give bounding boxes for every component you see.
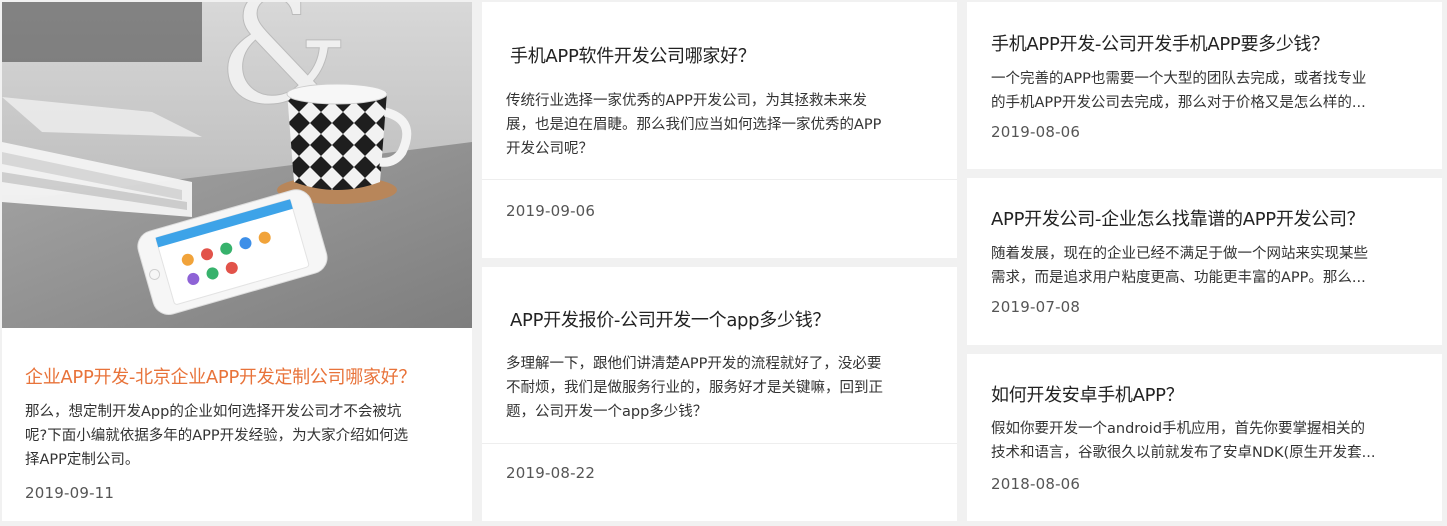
article-date: 2019-09-06 <box>506 202 596 220</box>
summary-line: 技术和语言，谷歌很久以前就发布了安卓NDK(原生开发套... <box>991 445 1376 461</box>
summary-line: 呢?下面小编就依据多年的APP开发经验，为大家介绍如何选 <box>25 428 409 444</box>
card-divider <box>482 179 957 180</box>
article-summary: 随着发展，现在的企业已经不满足于做一个网站来实现某些 需求，而是追求用户粘度更高… <box>991 242 1421 290</box>
article-card[interactable]: 手机APP软件开发公司哪家好？ 传统行业选择一家优秀的APP开发公司，为其拯救未… <box>482 2 957 258</box>
featured-article-date: 2019-09-11 <box>25 484 115 502</box>
article-card[interactable]: 手机APP开发-公司开发手机APP要多少钱？ 一个完善的APP也需要一个大型的团… <box>967 2 1442 169</box>
card-divider <box>482 443 957 444</box>
featured-article-title[interactable]: 企业APP开发-北京企业APP开发定制公司哪家好？ <box>25 363 416 389</box>
article-title[interactable]: APP开发公司-企业怎么找靠谱的APP开发公司？ <box>991 205 1365 231</box>
summary-line: 假如你要开发一个android手机应用，首先你要掌握相关的 <box>991 421 1366 437</box>
article-date: 2019-08-22 <box>506 464 596 482</box>
article-date: 2019-08-06 <box>991 123 1081 141</box>
summary-line: 不耐烦，我们是做服务行业的，服务好才是关键嘛，回到正 <box>506 380 883 396</box>
summary-line: 开发公司呢？ <box>506 141 593 157</box>
article-summary: 传统行业选择一家优秀的APP开发公司，为其拯救未来发 展，也是迫在眉睫。那么我们… <box>506 89 936 161</box>
summary-line: 展，也是迫在眉睫。那么我们应当如何选择一家优秀的APP <box>506 117 882 133</box>
article-card[interactable]: APP开发报价-公司开发一个app多少钱？ 多理解一下，跟他们讲清楚APP开发的… <box>482 267 957 521</box>
article-date: 2019-07-08 <box>991 298 1081 316</box>
summary-line: 题，公司开发一个app多少钱？ <box>506 404 708 420</box>
phone-coffee-photo-icon: & <box>2 2 472 328</box>
article-card[interactable]: 如何开发安卓手机APP？ 假如你要开发一个android手机应用，首先你要掌握相… <box>967 354 1442 521</box>
article-summary: 假如你要开发一个android手机应用，首先你要掌握相关的 技术和语言，谷歌很久… <box>991 417 1421 465</box>
article-date: 2018-08-06 <box>991 475 1081 493</box>
summary-line: 传统行业选择一家优秀的APP开发公司，为其拯救未来发 <box>506 93 867 109</box>
summary-line: 随着发展，现在的企业已经不满足于做一个网站来实现某些 <box>991 246 1368 262</box>
summary-line: 多理解一下，跟他们讲清楚APP开发的流程就好了，没必要 <box>506 356 882 372</box>
featured-article-image[interactable]: & <box>2 2 472 328</box>
summary-line: 择APP定制公司。 <box>25 452 140 468</box>
summary-line: 一个完善的APP也需要一个大型的团队去完成，或者找专业 <box>991 71 1367 87</box>
article-summary: 一个完善的APP也需要一个大型的团队去完成，或者找专业 的手机APP开发公司去完… <box>991 67 1421 115</box>
featured-article-summary: 那么，想定制开发App的企业如何选择开发公司才不会被坑 呢?下面小编就依据多年的… <box>25 400 455 472</box>
summary-line: 的手机APP开发公司去完成，那么对于价格又是怎么样的... <box>991 95 1366 111</box>
article-title[interactable]: APP开发报价-公司开发一个app多少钱？ <box>510 306 830 332</box>
article-title[interactable]: 手机APP软件开发公司哪家好？ <box>510 42 756 68</box>
article-title[interactable]: 手机APP开发-公司开发手机APP要多少钱？ <box>991 30 1329 56</box>
article-title[interactable]: 如何开发安卓手机APP？ <box>991 381 1184 407</box>
article-summary: 多理解一下，跟他们讲清楚APP开发的流程就好了，没必要 不耐烦，我们是做服务行业… <box>506 352 936 424</box>
summary-line: 需求，而是追求用户粘度更高、功能更丰富的APP。那么... <box>991 270 1366 286</box>
article-card[interactable]: APP开发公司-企业怎么找靠谱的APP开发公司？ 随着发展，现在的企业已经不满足… <box>967 178 1442 345</box>
summary-line: 那么，想定制开发App的企业如何选择开发公司才不会被坑 <box>25 404 402 420</box>
